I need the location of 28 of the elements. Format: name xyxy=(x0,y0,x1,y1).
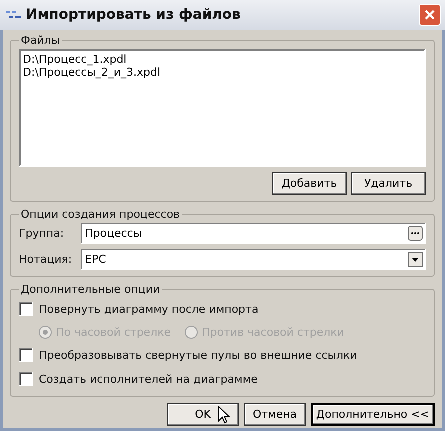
mouse-cursor-icon xyxy=(218,406,230,424)
checkbox[interactable] xyxy=(19,348,33,362)
dialog-button[interactable]: Дополнительно << xyxy=(311,403,435,426)
checkbox-label: Создать исполнителей на диаграмме xyxy=(39,372,258,386)
file-list[interactable]: D:\Процесс_1.xpdl D:\Процессы_2_и_3.xpdl xyxy=(19,49,426,167)
group-title: Дополнительные опции xyxy=(20,283,162,296)
checkbox-label: Повернуть диаграмму после импорта xyxy=(39,302,259,316)
field-label: Группа: xyxy=(19,227,66,240)
ellipsis-icon xyxy=(411,232,420,235)
close-button[interactable] xyxy=(419,4,441,26)
file-item[interactable]: D:\Процесс_1.xpdl xyxy=(23,53,422,66)
browse-button[interactable] xyxy=(408,226,423,241)
checkbox[interactable] xyxy=(19,372,33,386)
checkbox[interactable] xyxy=(19,302,33,316)
window-title: Импортировать из файлов xyxy=(26,7,242,23)
notation-dropdown[interactable]: EPC xyxy=(81,249,426,270)
checkbox-label: Преобразовывать свернутые пулы во внешние ссылки xyxy=(39,348,358,362)
group-field[interactable]: Процессы xyxy=(81,223,426,244)
file-item[interactable]: D:\Процессы_2_и_3.xpdl xyxy=(23,66,422,79)
group-title: Опции создания процессов xyxy=(20,208,182,221)
action-button[interactable]: Удалить xyxy=(351,172,426,195)
close-icon xyxy=(424,9,436,21)
field-label: Нотация: xyxy=(19,253,74,266)
group-title: Файлы xyxy=(20,34,62,47)
app-icon xyxy=(6,10,22,20)
dialog-button[interactable]: Отмена xyxy=(244,403,306,426)
dialog-button[interactable]: OK xyxy=(167,403,239,426)
action-button[interactable]: Добавить xyxy=(272,172,347,195)
